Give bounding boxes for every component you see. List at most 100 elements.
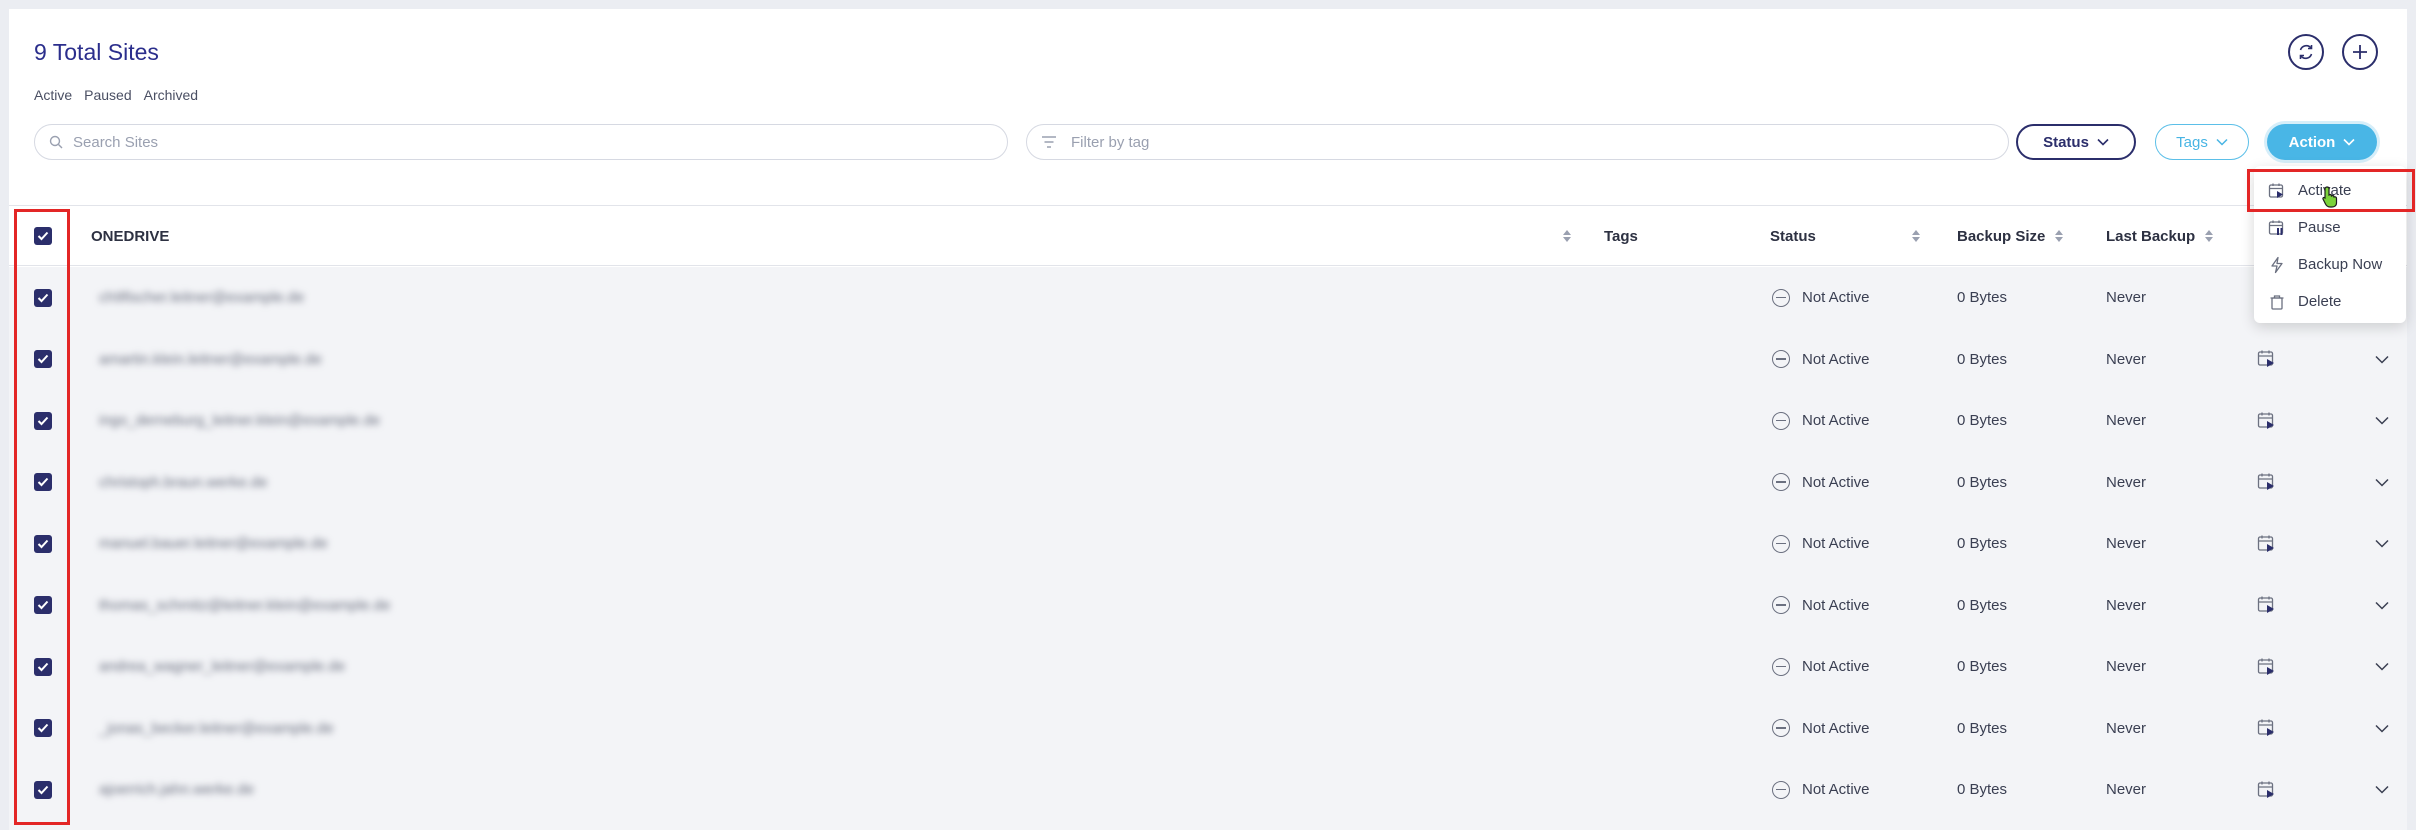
- last-backup: Never: [2106, 289, 2147, 307]
- menu-item-backup-now[interactable]: Backup Now: [2254, 246, 2406, 283]
- table-row[interactable]: amartin.klein.leitner@example.de Not Act…: [9, 329, 2407, 391]
- filter-icon: [1042, 136, 1056, 148]
- table-row[interactable]: manuel.bauer.leitner@example.de Not Acti…: [9, 513, 2407, 575]
- status-dropdown-label: Status: [2043, 133, 2089, 151]
- sites-table: ONEDRIVE Tags Status Backup Size Last Ba…: [9, 205, 2407, 830]
- activate-row-button[interactable]: [2257, 472, 2277, 492]
- expand-row-button[interactable]: [2375, 601, 2389, 610]
- refresh-button[interactable]: [2288, 34, 2324, 70]
- activate-row-button[interactable]: [2257, 780, 2277, 800]
- hand-cursor-icon: [2322, 186, 2338, 208]
- not-active-icon: [1772, 719, 1790, 738]
- add-site-button[interactable]: [2342, 34, 2378, 70]
- backup-size: 0 Bytes: [1957, 473, 2008, 491]
- chevron-down-icon: [2375, 355, 2389, 364]
- status-dropdown[interactable]: Status: [2016, 124, 2136, 160]
- table-row[interactable]: ch9fischer.leitner@example.de Not Active…: [9, 267, 2407, 329]
- status-cell: Not Active: [1772, 719, 1870, 738]
- activate-row-button[interactable]: [2257, 411, 2277, 431]
- table-header: ONEDRIVE Tags Status Backup Size Last Ba…: [9, 206, 2407, 266]
- expand-row-button[interactable]: [2375, 662, 2389, 671]
- site-name[interactable]: manuel.bauer.leitner@example.de: [99, 535, 328, 552]
- filter-active[interactable]: Active: [34, 87, 72, 103]
- calendar-play-icon: [2257, 719, 2274, 737]
- status-cell: Not Active: [1772, 411, 1870, 430]
- search-input[interactable]: [73, 133, 1007, 151]
- last-backup: Never: [2106, 658, 2147, 676]
- not-active-icon: [1772, 350, 1790, 369]
- site-name[interactable]: ingo_derneburg_leitner.klein@example.de: [99, 412, 380, 429]
- calendar-play-icon: [2257, 658, 2274, 675]
- expand-row-button[interactable]: [2375, 416, 2389, 425]
- page-title: 9 Total Sites: [34, 39, 159, 65]
- expand-row-button[interactable]: [2375, 355, 2389, 364]
- status-cell: Not Active: [1772, 350, 1870, 369]
- column-status-label: Status: [1770, 227, 1816, 245]
- refresh-icon: [2299, 44, 2313, 60]
- activate-row-button[interactable]: [2257, 657, 2277, 677]
- status-cell: Not Active: [1772, 288, 1870, 307]
- calendar-pause-icon: [2268, 220, 2284, 235]
- expand-row-button[interactable]: [2375, 478, 2389, 487]
- backup-size: 0 Bytes: [1957, 289, 2008, 307]
- table-row[interactable]: christoph.braun.werke.de Not Active 0 By…: [9, 452, 2407, 514]
- activate-row-button[interactable]: [2257, 595, 2277, 615]
- not-active-icon: [1772, 534, 1790, 553]
- selection-highlight: [14, 209, 70, 825]
- activate-row-button[interactable]: [2257, 718, 2277, 738]
- table-row[interactable]: ingo_derneburg_leitner.klein@example.de …: [9, 390, 2407, 452]
- chevron-down-icon: [2375, 540, 2389, 548]
- site-name[interactable]: andrea_wagner_leitner@example.de: [99, 658, 345, 675]
- backup-size: 0 Bytes: [1957, 658, 2008, 676]
- expand-row-button[interactable]: [2375, 539, 2389, 548]
- menu-item-delete[interactable]: Delete: [2254, 283, 2406, 320]
- table-row[interactable]: thomas_schmitz@leitner.klein@example.de …: [9, 575, 2407, 637]
- chevron-down-icon: [2375, 417, 2389, 425]
- column-onedrive[interactable]: ONEDRIVE: [91, 206, 1571, 266]
- tags-dropdown[interactable]: Tags: [2155, 124, 2249, 160]
- column-status[interactable]: Status: [1770, 206, 1920, 266]
- activate-row-button[interactable]: [2257, 534, 2277, 554]
- expand-row-button[interactable]: [2375, 785, 2389, 794]
- calendar-play-icon: [2257, 473, 2274, 491]
- site-name[interactable]: amartin.klein.leitner@example.de: [99, 351, 322, 368]
- activate-row-button[interactable]: [2257, 349, 2277, 369]
- site-name[interactable]: ch9fischer.leitner@example.de: [99, 289, 304, 306]
- backup-size: 0 Bytes: [1957, 781, 2008, 799]
- site-name[interactable]: thomas_schmitz@leitner.klein@example.de: [99, 597, 390, 614]
- status-text: Not Active: [1802, 473, 1870, 491]
- tag-filter-input[interactable]: [1071, 133, 2008, 151]
- status-text: Not Active: [1802, 350, 1870, 368]
- last-backup: Never: [2106, 350, 2147, 368]
- filter-paused[interactable]: Paused: [84, 87, 131, 103]
- calendar-play-icon: [2257, 535, 2274, 552]
- status-text: Not Active: [1802, 658, 1870, 676]
- table-row[interactable]: _jonas_becker.leitner@example.de Not Act…: [9, 698, 2407, 760]
- last-backup: Never: [2106, 473, 2147, 491]
- menu-item-pause[interactable]: Pause: [2254, 209, 2406, 246]
- calendar-play-icon: [2257, 350, 2274, 368]
- sort-icon: [1563, 230, 1571, 242]
- not-active-icon: [1772, 411, 1790, 430]
- sort-icon: [2055, 230, 2064, 242]
- status-text: Not Active: [1802, 719, 1870, 737]
- not-active-icon: [1772, 657, 1790, 676]
- column-backup-size[interactable]: Backup Size: [1957, 206, 2064, 266]
- calendar-play-icon: [2257, 596, 2274, 614]
- site-name[interactable]: ajoerrich.jahn.werke.de: [99, 781, 254, 798]
- column-last-backup[interactable]: Last Backup: [2106, 206, 2214, 266]
- action-dropdown[interactable]: Action: [2267, 124, 2377, 160]
- table-row[interactable]: ajoerrich.jahn.werke.de Not Active 0 Byt…: [9, 759, 2407, 821]
- status-cell: Not Active: [1772, 596, 1870, 615]
- site-name[interactable]: _jonas_becker.leitner@example.de: [99, 720, 334, 737]
- site-name[interactable]: christoph.braun.werke.de: [99, 474, 267, 491]
- action-dropdown-label: Action: [2288, 133, 2336, 151]
- last-backup: Never: [2106, 781, 2147, 799]
- filter-archived[interactable]: Archived: [144, 87, 198, 103]
- not-active-icon: [1772, 473, 1790, 492]
- expand-row-button[interactable]: [2375, 724, 2389, 733]
- backup-size: 0 Bytes: [1957, 412, 2008, 430]
- table-row[interactable]: andrea_wagner_leitner@example.de Not Act…: [9, 636, 2407, 698]
- search-icon: [49, 135, 63, 149]
- status-cell: Not Active: [1772, 657, 1870, 676]
